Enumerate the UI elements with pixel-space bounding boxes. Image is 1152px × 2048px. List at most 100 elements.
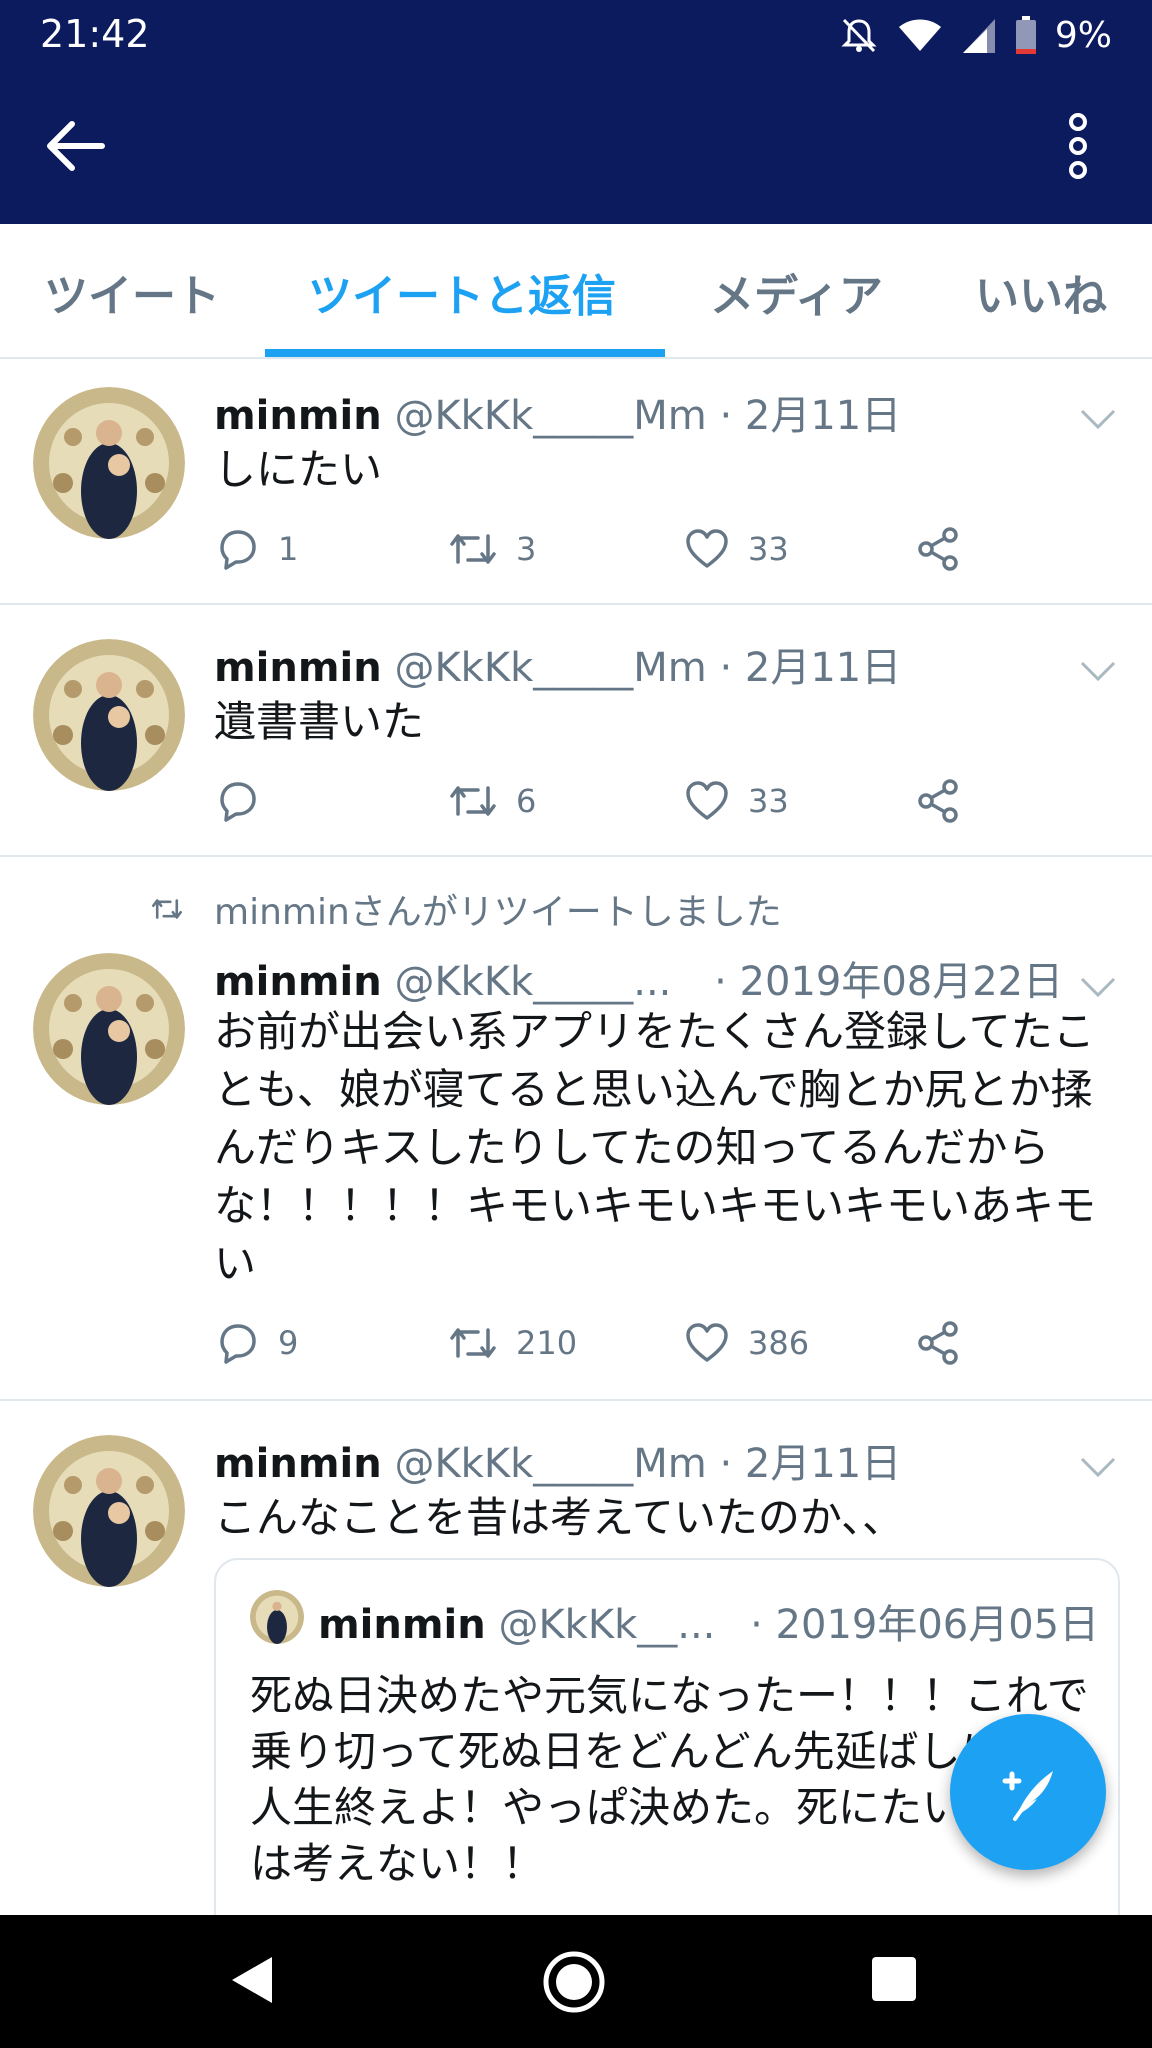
avatar-image xyxy=(33,639,185,791)
retweet-icon xyxy=(151,899,182,919)
share-button[interactable] xyxy=(916,521,980,577)
avatar-image xyxy=(250,1590,304,1644)
author-handle: @KkKk_____... xyxy=(394,959,672,1005)
avatar[interactable] xyxy=(33,387,185,539)
tweet[interactable]: minmin @KkKk_____Mm · 2月11日 しにたい 1 3 33 xyxy=(0,359,1152,605)
tweet-actions: 1 3 33 xyxy=(214,521,1014,577)
retweet-icon xyxy=(450,1328,496,1358)
tweet[interactable]: minminさんがリツイートしました minmin @KkKk_____... … xyxy=(0,857,1152,1401)
author-name[interactable]: minmin xyxy=(214,959,382,1005)
back-arrow-icon xyxy=(47,121,105,171)
nav-back-icon[interactable] xyxy=(228,1953,276,2007)
battery-icon xyxy=(1015,16,1036,54)
chevron-down-icon[interactable] xyxy=(1078,1455,1118,1479)
tab-likes[interactable]: いいね xyxy=(975,260,1107,324)
author-handle: @KkKk_____Mm xyxy=(394,645,707,691)
compose-tweet-button[interactable] xyxy=(950,1714,1106,1870)
chevron-down-icon[interactable] xyxy=(1078,407,1118,431)
tweet-meta: minmin @KkKk_____Mm · 2月11日 xyxy=(214,1431,901,1489)
like-count: 386 xyxy=(748,1324,810,1362)
share-button[interactable] xyxy=(916,773,980,829)
reply-button[interactable] xyxy=(214,773,278,829)
retweet-count: 210 xyxy=(516,1324,578,1362)
like-count: 33 xyxy=(748,530,789,568)
twitter-profile-screen: 21:42 9% ツイート ツイートと返信 メディア いいね minmin @K… xyxy=(0,0,1152,2048)
retweet-icon xyxy=(450,534,496,564)
reply-count: 9 xyxy=(278,1324,299,1362)
quoted-author-name: minmin xyxy=(318,1602,486,1648)
retweet-count: 6 xyxy=(516,782,537,820)
quoted-meta: minmin @KkKk__... · 2019年06月05日 xyxy=(318,1592,1099,1650)
more-options-button[interactable] xyxy=(1048,110,1108,182)
wifi-icon xyxy=(898,19,941,51)
author-name[interactable]: minmin xyxy=(214,393,382,439)
avatar[interactable] xyxy=(33,639,185,791)
tweet-text: しにたい xyxy=(214,445,383,494)
like-icon xyxy=(686,529,728,568)
tweet-text: こんなことを昔は考えていたのか、、 xyxy=(214,1493,905,1542)
author-handle: @KkKk_____Mm xyxy=(394,393,707,439)
retweet-count: 3 xyxy=(516,530,537,568)
quoted-avatar xyxy=(250,1590,304,1644)
quoted-author-handle: @KkKk__... xyxy=(498,1602,716,1648)
tweet-meta: minmin @KkKk_____Mm · 2月11日 xyxy=(214,635,901,693)
signal-icon xyxy=(962,19,995,53)
tweet[interactable]: minmin @KkKk_____Mm · 2月11日 遺書書いた 6 33 xyxy=(0,605,1152,857)
reply-button[interactable]: 1 xyxy=(214,521,298,577)
tweet-date: · 2月11日 xyxy=(719,393,902,439)
share-button[interactable] xyxy=(916,1315,980,1371)
tweet-date: · 2月11日 xyxy=(719,645,902,691)
chevron-down-icon[interactable] xyxy=(1078,659,1118,683)
like-icon xyxy=(686,1323,728,1362)
more-vertical-icon xyxy=(1069,113,1087,179)
nav-home-icon[interactable] xyxy=(541,1949,607,2015)
tweet-date: · 2019年08月22日 xyxy=(714,959,1064,1005)
system-nav-bar xyxy=(0,1915,1152,2048)
retweet-icon xyxy=(450,786,496,816)
share-icon xyxy=(918,779,958,823)
tab-media[interactable]: メディア xyxy=(710,260,883,324)
tweet-actions: 6 33 xyxy=(214,773,1014,829)
like-button[interactable]: 33 xyxy=(684,521,789,577)
avatar-image xyxy=(33,1435,185,1587)
tweet-meta: minmin @KkKk_____Mm · 2月11日 xyxy=(214,383,901,441)
like-count: 33 xyxy=(748,782,789,820)
tweet-text: 遺書書いた xyxy=(214,697,425,746)
chevron-down-icon[interactable] xyxy=(1078,975,1118,999)
tweet-text: お前が出会い系アプリをたくさん登録してたことも、娘が寝てると思い込んで胸とか尻と… xyxy=(214,1007,1097,1288)
profile-tabs: ツイート ツイートと返信 メディア いいね xyxy=(0,224,1152,359)
mute-bell-icon xyxy=(841,18,877,53)
like-icon xyxy=(686,781,728,820)
like-button[interactable]: 386 xyxy=(684,1315,809,1371)
avatar-image xyxy=(33,387,185,539)
battery-percent: 9% xyxy=(1054,14,1112,56)
status-time: 21:42 xyxy=(40,12,150,56)
author-name[interactable]: minmin xyxy=(214,645,382,691)
avatar[interactable] xyxy=(33,1435,185,1587)
retweet-button[interactable]: 3 xyxy=(448,521,536,577)
retweet-button[interactable]: 210 xyxy=(448,1315,577,1371)
like-button[interactable]: 33 xyxy=(684,773,789,829)
compose-icon xyxy=(1002,1771,1053,1821)
tab-tweets-and-replies[interactable]: ツイートと返信 xyxy=(308,260,616,324)
status-icons: 9% xyxy=(839,12,1112,58)
tab-tweets[interactable]: ツイート xyxy=(44,260,220,324)
reply-icon xyxy=(220,782,256,822)
reply-icon xyxy=(220,1324,256,1364)
retweet-button[interactable]: 6 xyxy=(448,773,536,829)
reply-icon xyxy=(220,530,256,570)
share-icon xyxy=(918,527,958,571)
nav-recents-icon[interactable] xyxy=(872,1957,916,2001)
retweet-context: minminさんがリツイートしました xyxy=(150,883,782,935)
retweet-context-text: minminさんがリツイートしました xyxy=(214,892,782,933)
reply-count: 1 xyxy=(278,530,299,568)
avatar-image xyxy=(33,953,185,1105)
back-button[interactable] xyxy=(44,116,114,176)
app-bar: 21:42 9% xyxy=(0,0,1152,224)
share-icon xyxy=(918,1321,958,1365)
author-name[interactable]: minmin xyxy=(214,1441,382,1487)
quoted-date: · 2019年06月05日 xyxy=(750,1602,1100,1648)
tweet-actions: 9 210 386 xyxy=(214,1315,1014,1371)
reply-button[interactable]: 9 xyxy=(214,1315,298,1371)
avatar[interactable] xyxy=(33,953,185,1105)
